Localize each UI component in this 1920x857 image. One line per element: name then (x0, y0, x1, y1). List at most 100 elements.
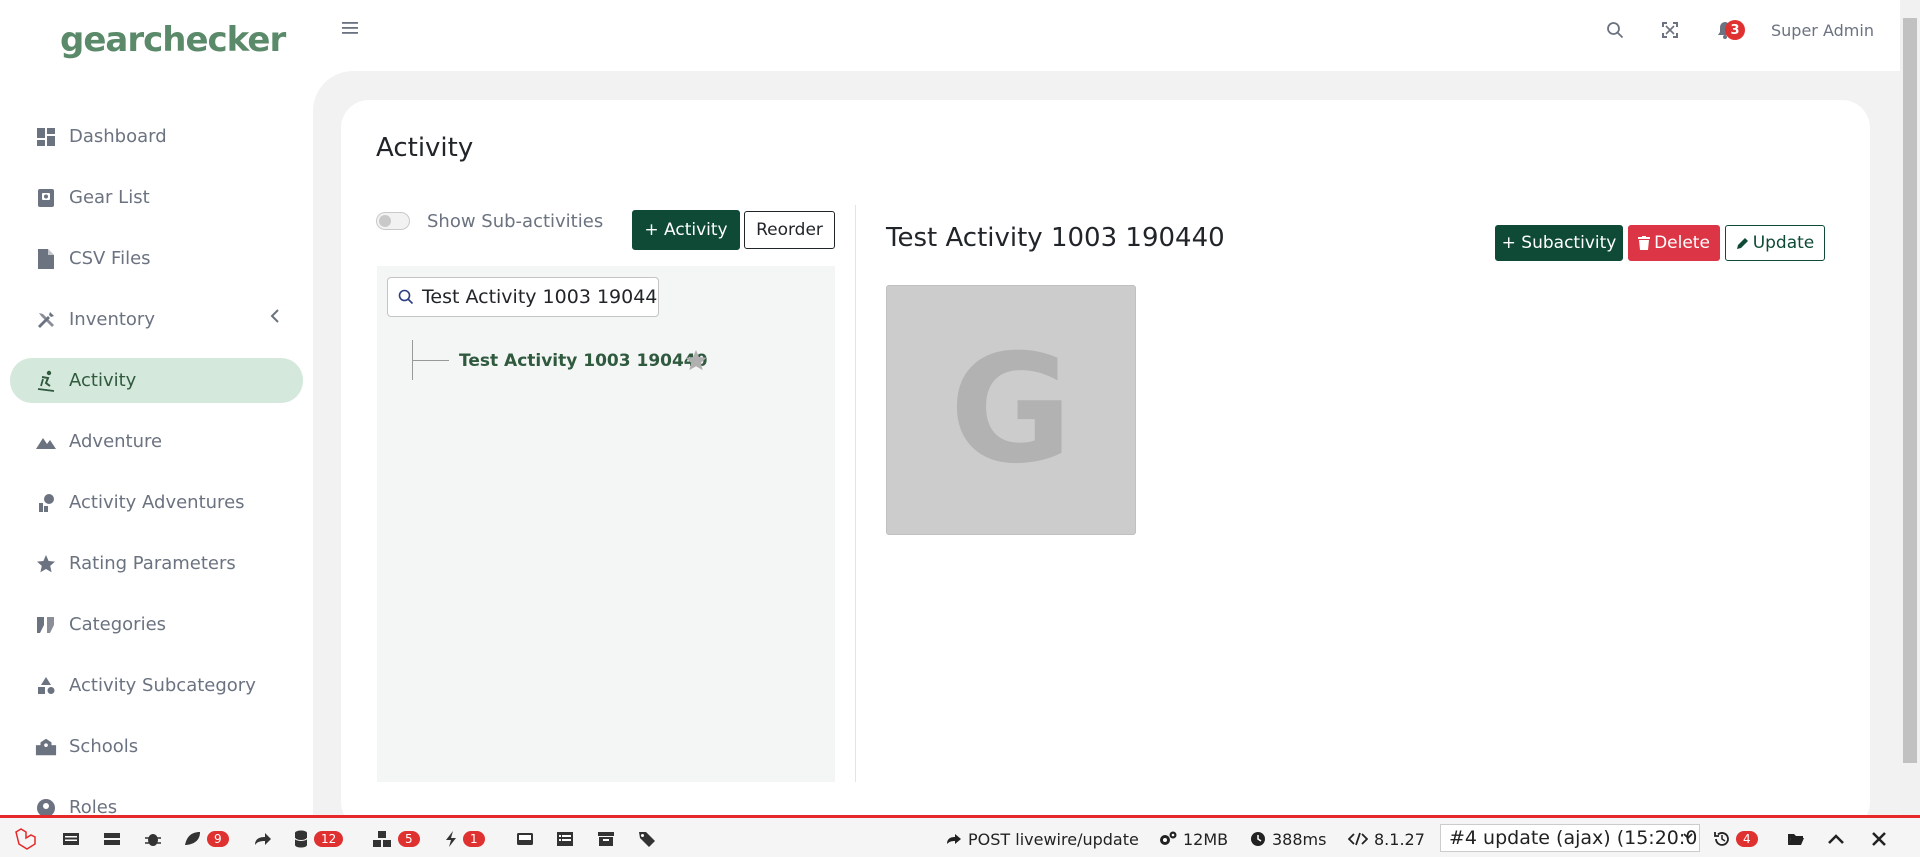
categories-icon (35, 614, 57, 636)
sidebar-item-gear-list[interactable]: Gear List (10, 175, 303, 220)
sidebar-item-label: Activity (69, 370, 137, 391)
sidebar-item-label: Schools (69, 736, 139, 757)
events-count: 1 (463, 831, 485, 847)
rating-star-icon (35, 553, 57, 575)
update-label: Update (1752, 233, 1815, 253)
mountain-icon (35, 431, 57, 453)
events-icon[interactable]: 1 (445, 828, 485, 850)
time-info[interactable]: 388ms (1250, 828, 1326, 850)
history-count: 4 (1736, 831, 1758, 847)
pencil-icon (1736, 237, 1749, 250)
sidebar-item-categories[interactable]: Categories (10, 602, 303, 647)
toggle-knob (379, 215, 391, 227)
add-subactivity-button[interactable]: + Subactivity (1495, 225, 1623, 261)
menu-toggle-icon[interactable] (340, 18, 360, 38)
panel-divider (855, 205, 856, 782)
sidebar-item-rating-parameters[interactable]: Rating Parameters (10, 541, 303, 586)
add-activity-button[interactable]: + Activity (632, 210, 740, 250)
sidebar-item-label: Rating Parameters (69, 553, 236, 574)
sidebar-nav: Dashboard Gear List CSV Files Inventory … (10, 114, 303, 815)
sidebar-item-schools[interactable]: Schools (10, 724, 303, 769)
activity-tree-panel (377, 266, 835, 782)
close-icon[interactable] (1872, 828, 1886, 850)
search-icon[interactable] (1603, 18, 1627, 42)
sidebar: gearchecker Dashboard Gear List CSV File… (0, 0, 310, 815)
tree-node-activity[interactable]: Test Activity 1003 190440 (459, 351, 707, 371)
request-history-value: #4 update (ajax) (15:20:0 (1449, 827, 1698, 849)
code-icon (1348, 832, 1368, 846)
cogs-icon (1159, 831, 1177, 847)
sidebar-item-activity-subcategory[interactable]: Activity Subcategory (10, 663, 303, 708)
views-icon[interactable]: 9 (183, 828, 229, 850)
roles-icon (35, 797, 57, 815)
page-title: Activity (376, 133, 474, 163)
chevron-left-icon[interactable] (269, 309, 281, 323)
trash-icon (1638, 236, 1651, 250)
sidebar-item-label: Inventory (69, 309, 155, 330)
sidebar-item-label: Gear List (69, 187, 150, 208)
search-input[interactable]: Test Activity 1003 190440 (387, 277, 659, 317)
shapes-icon (35, 675, 57, 697)
sidebar-item-activity[interactable]: Activity (10, 358, 303, 403)
search-icon (398, 289, 414, 305)
app-logo[interactable]: gearchecker (60, 20, 286, 60)
tags-icon[interactable] (638, 828, 656, 850)
sidebar-item-label: Adventure (69, 431, 163, 452)
messages-icon[interactable] (62, 828, 80, 850)
share-icon (946, 833, 962, 845)
fullscreen-icon[interactable] (1658, 18, 1682, 42)
php-version-info[interactable]: 8.1.27 (1348, 828, 1425, 850)
mails-icon[interactable] (516, 828, 534, 850)
models-icon[interactable]: 5 (372, 828, 420, 850)
memory-info[interactable]: 12MB (1159, 828, 1228, 850)
sidebar-item-roles[interactable]: Roles (10, 785, 303, 815)
user-menu[interactable]: Super Admin (1771, 21, 1874, 40)
route-icon[interactable] (254, 828, 272, 850)
sidebar-item-dashboard[interactable]: Dashboard (10, 114, 303, 159)
time-label: 388ms (1272, 829, 1327, 849)
notification-badge: 3 (1725, 20, 1745, 40)
sidebar-item-label: Activity Adventures (69, 492, 245, 513)
queries-icon[interactable]: 12 (294, 828, 344, 850)
request-label: POST livewire/update (968, 829, 1139, 849)
php-version-label: 8.1.27 (1374, 829, 1425, 849)
logs-icon[interactable] (556, 828, 574, 850)
archive-icon[interactable] (597, 828, 615, 850)
timeline-icon[interactable] (103, 828, 121, 850)
delete-button[interactable]: Delete (1628, 225, 1720, 261)
detail-title: Test Activity 1003 190440 (886, 223, 1225, 253)
sidebar-item-adventure[interactable]: Adventure (10, 419, 303, 464)
tree-connector (412, 360, 449, 361)
views-count: 9 (207, 831, 229, 847)
dashboard-icon (35, 126, 57, 148)
scrollbar-thumb[interactable] (1903, 18, 1917, 763)
sidebar-item-label: Roles (69, 797, 118, 815)
chevron-up-icon[interactable] (1828, 828, 1844, 850)
avatar-letter: G (949, 323, 1073, 497)
sidebar-item-inventory[interactable]: Inventory (10, 297, 303, 342)
reorder-button[interactable]: Reorder (744, 211, 835, 249)
sidebar-item-csv-files[interactable]: CSV Files (10, 236, 303, 281)
exceptions-icon[interactable] (144, 828, 162, 850)
clock-icon (1250, 831, 1266, 847)
show-sub-activities-toggle[interactable] (376, 212, 410, 230)
sidebar-item-label: Dashboard (69, 126, 167, 147)
school-icon (35, 736, 57, 758)
laravel-icon[interactable] (14, 828, 36, 850)
delete-label: Delete (1654, 233, 1710, 253)
update-button[interactable]: Update (1725, 225, 1825, 261)
file-icon (35, 248, 57, 270)
request-info[interactable]: POST livewire/update (946, 828, 1139, 850)
queries-count: 12 (314, 831, 344, 847)
memory-label: 12MB (1183, 829, 1229, 849)
sidebar-item-label: Activity Subcategory (69, 675, 256, 696)
skiing-icon (35, 370, 57, 392)
folder-open-icon[interactable] (1787, 828, 1805, 850)
star-icon[interactable] (684, 348, 708, 372)
activity-image-placeholder: G (886, 285, 1136, 535)
sidebar-item-label: Categories (69, 614, 167, 635)
request-history-select[interactable]: #4 update (ajax) (15:20:0 (1440, 824, 1700, 852)
sidebar-item-activity-adventures[interactable]: Activity Adventures (10, 480, 303, 525)
activity-adventure-icon (35, 492, 57, 514)
history-icon[interactable]: 4 (1714, 828, 1758, 850)
